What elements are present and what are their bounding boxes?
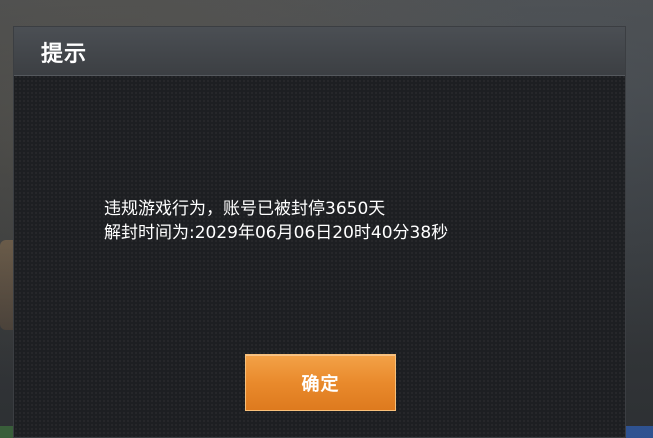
game-screen: 提示 违规游戏行为，账号已被封停3650天 解封时间为:2029年06月06日2… <box>0 0 653 438</box>
confirm-button[interactable]: 确定 <box>245 354 396 411</box>
notice-dialog: 提示 违规游戏行为，账号已被封停3650天 解封时间为:2029年06月06日2… <box>13 26 626 438</box>
confirm-button-label: 确定 <box>301 373 340 395</box>
dialog-title: 提示 <box>41 42 88 67</box>
ban-reason-text: 违规游戏行为，账号已被封停3650天 <box>104 199 386 219</box>
dialog-title-bar: 提示 <box>14 27 625 76</box>
ban-message: 违规游戏行为，账号已被封停3650天 解封时间为:2029年06月06日20时4… <box>104 197 448 245</box>
unban-time-text: 解封时间为:2029年06月06日20时40分38秒 <box>104 223 449 243</box>
